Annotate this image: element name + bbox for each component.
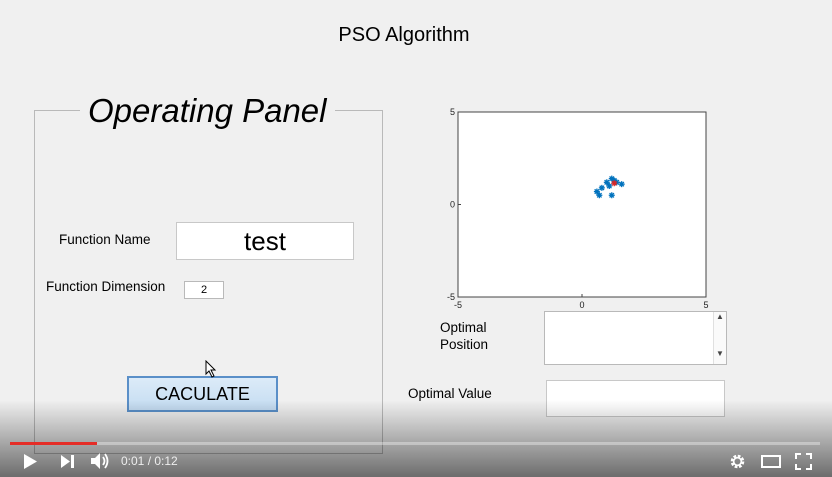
particle-plot: -5 0 5 5 0 -5 bbox=[447, 107, 709, 310]
time-display: 0:01 / 0:12 bbox=[121, 454, 178, 468]
optimal-value-label: Optimal Value bbox=[408, 386, 492, 401]
particle-point bbox=[598, 184, 605, 191]
next-icon[interactable] bbox=[60, 454, 76, 469]
y-tick-label: -5 bbox=[447, 292, 455, 302]
progress-bar-played bbox=[10, 442, 97, 445]
window-title: PSO Algorithm bbox=[338, 24, 470, 46]
x-tick-label: 0 bbox=[579, 300, 584, 310]
particle-point bbox=[618, 181, 625, 188]
x-tick-label: 5 bbox=[703, 300, 708, 310]
fullscreen-icon[interactable] bbox=[795, 453, 812, 470]
scroll-down-icon[interactable]: ▼ bbox=[714, 349, 726, 358]
y-tick-label: 0 bbox=[450, 200, 455, 210]
function-dimension-input[interactable]: 2 bbox=[184, 281, 224, 299]
plot-area bbox=[457, 111, 707, 298]
progress-bar[interactable] bbox=[10, 442, 820, 445]
function-name-input[interactable]: test bbox=[176, 222, 354, 260]
optimal-position-scrollbar[interactable]: ▲ ▼ bbox=[713, 312, 726, 364]
volume-icon[interactable] bbox=[90, 452, 110, 470]
particle-point bbox=[608, 192, 615, 199]
theater-mode-icon[interactable] bbox=[761, 454, 781, 469]
particle-point bbox=[606, 183, 613, 189]
function-name-label: Function Name bbox=[59, 232, 151, 247]
optimal-position-output[interactable]: ▲ ▼ bbox=[544, 311, 727, 365]
settings-icon[interactable] bbox=[729, 453, 746, 470]
particle-point bbox=[596, 192, 603, 199]
optimal-position-label: Optimal Position bbox=[440, 320, 489, 352]
play-icon[interactable] bbox=[22, 453, 38, 470]
best-particle-point bbox=[611, 180, 618, 187]
function-dimension-label: Function Dimension bbox=[46, 279, 166, 294]
x-tick-label: -5 bbox=[454, 300, 462, 310]
operating-panel-title: Operating Panel bbox=[80, 92, 335, 130]
scroll-up-icon[interactable]: ▲ bbox=[714, 312, 726, 321]
mouse-cursor-icon bbox=[205, 360, 217, 378]
y-tick-label: 5 bbox=[450, 107, 455, 117]
